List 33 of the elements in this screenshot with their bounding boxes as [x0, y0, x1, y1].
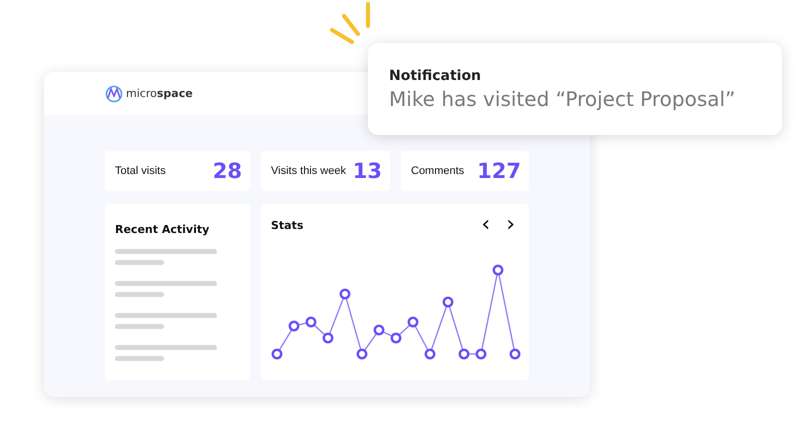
chart-point: [306, 316, 316, 328]
stat-value: 28: [212, 159, 242, 183]
chart-point: [390, 332, 402, 344]
logo-icon: [105, 84, 123, 102]
placeholder-line: [115, 356, 164, 361]
chart-point: [408, 316, 418, 328]
stat-value: 13: [352, 159, 382, 183]
chart-point: [424, 348, 436, 360]
notification-title: Notification: [389, 68, 482, 84]
chart-point: [322, 332, 334, 344]
placeholder-line: [115, 260, 164, 265]
card-title: Recent Activity: [115, 223, 210, 236]
chart-point: [510, 348, 520, 360]
stat-label: Visits this week: [271, 165, 346, 177]
placeholder-line: [115, 324, 164, 329]
chart-point: [288, 320, 300, 332]
chart-point: [374, 324, 384, 336]
chart-point: [340, 288, 350, 300]
stat-label: Comments: [411, 165, 464, 177]
stat-label: Total visits: [115, 165, 166, 177]
notification-message: Mike has visited “Project Proposal”: [389, 86, 736, 110]
next-button[interactable]: ›: [502, 216, 519, 234]
chart-point: [458, 348, 470, 360]
placeholder-line: [115, 292, 164, 297]
stat-value: 127: [477, 159, 521, 183]
logo-text: microspace: [126, 87, 193, 100]
chart-point: [272, 348, 282, 360]
chart-point: [492, 264, 504, 276]
card-title: Stats: [271, 218, 304, 232]
chart-point: [442, 296, 454, 308]
previous-button[interactable]: ‹: [477, 216, 494, 234]
chart-point: [476, 348, 486, 360]
chart-point: [356, 348, 368, 360]
